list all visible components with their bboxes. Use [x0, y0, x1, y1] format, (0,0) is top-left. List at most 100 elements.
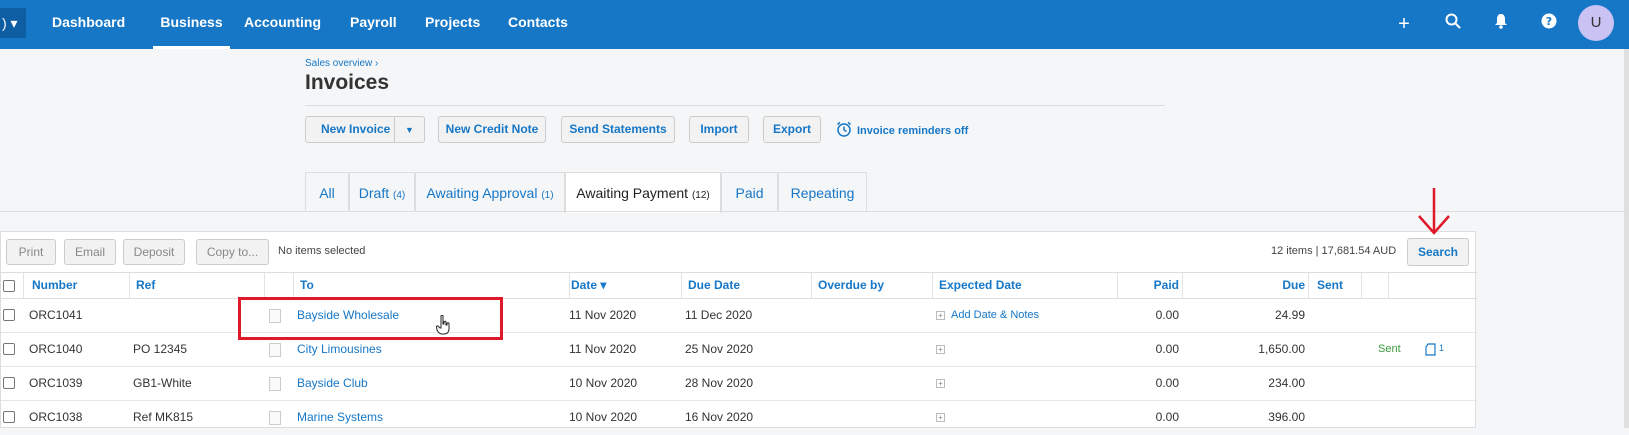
row-checkbox[interactable] — [3, 309, 15, 321]
invoice-ref: GB1-White — [133, 376, 192, 390]
attachment-count[interactable]: 1 — [1439, 333, 1444, 366]
org-switcher[interactable]: ) ▾ — [0, 8, 26, 38]
nav-projects[interactable]: Projects — [425, 0, 480, 49]
send-statements-button[interactable]: Send Statements — [561, 116, 675, 143]
divider — [0, 211, 1629, 212]
paid-amount: 0.00 — [1155, 376, 1179, 390]
document-icon[interactable] — [269, 377, 281, 391]
selection-status: No items selected — [278, 245, 366, 257]
page-title: Invoices — [305, 71, 390, 94]
nav-business[interactable]: Business — [153, 0, 230, 49]
invoice-number[interactable]: ORC1039 — [29, 367, 82, 400]
col-expected-date[interactable]: Expected Date — [932, 273, 1117, 298]
add-note-icon[interactable]: + — [936, 379, 945, 388]
invoice-list-panel: Print Email Deposit Copy to... No items … — [0, 231, 1477, 428]
row-checkbox[interactable] — [3, 377, 15, 389]
highlight-box — [238, 297, 503, 340]
invoice-date: 10 Nov 2020 — [569, 376, 638, 390]
attachment-icon[interactable] — [1425, 343, 1437, 361]
svg-text:?: ? — [1546, 15, 1552, 28]
breadcrumb[interactable]: Sales overview › — [305, 58, 378, 69]
col-sent[interactable]: Sent — [1308, 273, 1361, 298]
invoice-ref: PO 12345 — [133, 342, 188, 356]
col-to[interactable]: To — [293, 273, 569, 298]
col-due-date[interactable]: Due Date — [681, 273, 811, 298]
new-credit-note-button[interactable]: New Credit Note — [438, 116, 546, 143]
col-due[interactable]: Due — [1182, 273, 1308, 298]
paid-amount: 0.00 — [1155, 410, 1179, 424]
invoice-number[interactable]: ORC1040 — [29, 333, 82, 366]
invoice-due-date: 16 Nov 2020 — [685, 410, 754, 424]
top-nav-bar: ) ▾ Dashboard Business Accounting Payrol… — [0, 0, 1629, 49]
add-note-icon[interactable]: + — [936, 311, 945, 320]
col-doc — [264, 273, 293, 298]
import-button[interactable]: Import — [689, 116, 749, 143]
col-extra — [1388, 273, 1415, 298]
invoice-due-date: 28 Nov 2020 — [685, 376, 754, 390]
table-header: Number Ref To Date ▾ Due Date Overdue by… — [1, 272, 1477, 299]
col-ref[interactable]: Ref — [129, 273, 264, 298]
nav-payroll[interactable]: Payroll — [350, 0, 397, 49]
search-button[interactable]: Search — [1407, 238, 1469, 266]
tab-draft[interactable]: Draft (4) — [349, 172, 415, 212]
invoice-date: 11 Nov 2020 — [569, 308, 637, 322]
invoice-date: 10 Nov 2020 — [569, 410, 638, 424]
tab-awaiting-payment[interactable]: Awaiting Payment (12) — [565, 172, 721, 213]
new-invoice-dropdown[interactable]: ▼ — [394, 116, 425, 143]
due-amount: 24.99 — [1274, 308, 1305, 322]
invoice-date: 11 Nov 2020 — [569, 342, 637, 356]
nav-accounting[interactable]: Accounting — [244, 0, 321, 49]
items-summary: 12 items | 17,681.54 AUD — [1271, 245, 1397, 257]
document-icon[interactable] — [269, 343, 281, 357]
nav-dashboard[interactable]: Dashboard — [52, 0, 125, 49]
col-paid[interactable]: Paid — [1117, 273, 1182, 298]
nav-contacts[interactable]: Contacts — [508, 0, 568, 49]
export-button[interactable]: Export — [763, 116, 821, 143]
copy-to-button[interactable]: Copy to... — [196, 239, 269, 265]
help-icon[interactable]: ? — [1538, 13, 1560, 35]
row-checkbox[interactable] — [3, 411, 15, 423]
col-files — [1361, 273, 1388, 298]
contact-link[interactable]: Bayside Club — [297, 367, 368, 400]
print-button[interactable]: Print — [6, 239, 56, 265]
due-amount: 396.00 — [1268, 410, 1305, 424]
sent-status: Sent — [1378, 343, 1401, 355]
table-row[interactable]: ORC1041 Bayside Wholesale 11 Nov 2020 11… — [1, 299, 1477, 333]
col-date[interactable]: Date ▾ — [569, 273, 681, 298]
col-overdue-by[interactable]: Overdue by — [811, 273, 932, 298]
contact-link[interactable]: Marine Systems — [297, 401, 383, 434]
red-arrow-annotation — [1411, 186, 1457, 236]
email-button[interactable]: Email — [64, 239, 116, 265]
table-row[interactable]: ORC1039 GB1-White Bayside Club 10 Nov 20… — [1, 367, 1477, 401]
tab-awaiting-approval[interactable]: Awaiting Approval (1) — [415, 172, 565, 212]
deposit-button[interactable]: Deposit — [123, 239, 185, 265]
search-icon[interactable] — [1442, 13, 1464, 35]
caret-down-icon: ▼ — [405, 125, 414, 135]
hand-cursor-icon — [435, 314, 450, 340]
document-icon[interactable] — [269, 411, 281, 425]
table-row[interactable]: ORC1040 PO 12345 City Limousines 11 Nov … — [1, 333, 1477, 367]
tab-all[interactable]: All — [305, 172, 349, 212]
invoice-due-date: 11 Dec 2020 — [685, 308, 753, 322]
add-note-icon[interactable]: + — [936, 413, 945, 422]
add-date-notes-link[interactable]: Add Date & Notes — [951, 299, 1039, 332]
select-all-checkbox[interactable] — [3, 280, 15, 292]
invoice-reminders-link[interactable]: Invoice reminders off — [857, 125, 968, 137]
bell-icon[interactable] — [1490, 13, 1512, 35]
tab-repeating[interactable]: Repeating — [778, 172, 867, 212]
table-row[interactable]: ORC1038 Ref MK815 Marine Systems 10 Nov … — [1, 401, 1477, 435]
paid-amount: 0.00 — [1155, 308, 1179, 322]
divider — [305, 105, 1165, 106]
due-amount: 234.00 — [1268, 376, 1305, 390]
add-icon[interactable]: + — [1393, 13, 1415, 35]
avatar[interactable]: U — [1578, 5, 1614, 41]
invoice-number[interactable]: ORC1041 — [29, 299, 82, 332]
paid-amount: 0.00 — [1155, 342, 1179, 356]
invoice-number[interactable]: ORC1038 — [29, 401, 82, 434]
invoice-due-date: 25 Nov 2020 — [685, 342, 754, 356]
tab-paid[interactable]: Paid — [721, 172, 778, 212]
row-checkbox[interactable] — [3, 343, 15, 355]
add-note-icon[interactable]: + — [936, 345, 945, 354]
col-number[interactable]: Number — [23, 273, 129, 298]
scrollbar[interactable] — [1624, 49, 1629, 428]
